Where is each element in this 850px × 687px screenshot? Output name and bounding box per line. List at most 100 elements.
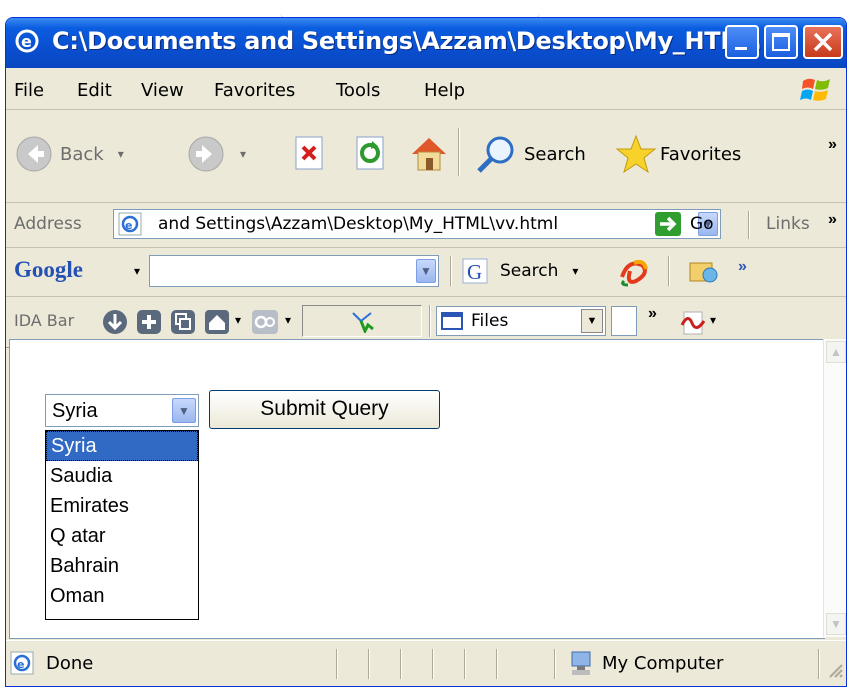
activity-indicator (302, 305, 422, 337)
submit-query-button[interactable]: Submit Query (209, 390, 440, 429)
back-label: Back (60, 143, 104, 165)
scroll-up-icon[interactable]: ▲ (826, 341, 846, 363)
stop-icon[interactable] (292, 135, 328, 173)
menu-file[interactable]: File (14, 80, 44, 101)
back-button[interactable]: Back ▾ (14, 134, 124, 174)
windows-logo-icon (800, 78, 830, 101)
settings-dropdown-icon[interactable]: ▾ (285, 313, 291, 327)
window-title: C:\Documents and Settings\Azzam\Desktop\… (52, 27, 771, 55)
files-dropdown-icon[interactable]: ▼ (581, 309, 603, 333)
refresh-icon[interactable] (353, 135, 389, 173)
copy-windows-icon[interactable] (170, 309, 196, 335)
menu-help[interactable]: Help (424, 80, 465, 101)
option-saudia[interactable]: Saudia (46, 461, 198, 491)
forward-arrow-icon (188, 136, 224, 172)
add-icon[interactable] (136, 309, 162, 335)
popup-blocker-icon[interactable] (686, 257, 722, 287)
acrobat-dropdown-icon[interactable]: ▾ (710, 313, 716, 327)
country-select-value: Syria (52, 400, 98, 422)
status-ie-icon: e (10, 651, 34, 675)
country-select[interactable]: Syria ▼ (45, 394, 199, 427)
address-label: Address (14, 214, 82, 234)
option-oman[interactable]: Oman (46, 581, 198, 611)
maximize-icon (772, 33, 790, 51)
page-content: Syria ▼ Submit Query Syria Saudia Emirat… (9, 339, 825, 639)
minimize-icon (735, 47, 747, 50)
cursor-star-icon (352, 312, 374, 333)
files-label: Files (471, 311, 509, 331)
search-label: Search (524, 143, 586, 165)
menu-favorites[interactable]: Favorites (214, 80, 295, 101)
forward-dropdown-icon[interactable]: ▾ (240, 147, 246, 161)
close-icon (813, 32, 833, 52)
back-arrow-icon (16, 136, 52, 172)
status-text: Done (46, 653, 94, 674)
title-bar[interactable]: e C:\Documents and Settings\Azzam\Deskto… (6, 18, 846, 68)
google-logo[interactable]: Google (14, 257, 83, 283)
pagerank-swirl-icon[interactable] (616, 257, 652, 287)
google-search-label: Search (500, 261, 559, 281)
google-toolbar: Google ▾ ▼ G Search ▾ » (6, 248, 846, 297)
google-g-icon: G (462, 258, 488, 284)
country-select-dropdown-icon[interactable]: ▼ (172, 398, 196, 423)
standard-toolbar: Back ▾ ▾ Search Favorites » (6, 110, 846, 203)
browser-window: e C:\Documents and Settings\Azzam\Deskto… (5, 17, 847, 687)
my-computer-icon (571, 651, 591, 675)
ida-home-dropdown-icon[interactable]: ▾ (235, 313, 241, 327)
download-icon[interactable] (102, 309, 128, 335)
menu-bar: File Edit View Favorites Tools Help (6, 71, 846, 110)
menu-tools[interactable]: Tools (336, 80, 380, 101)
google-search-dropdown-arrow-icon[interactable]: ▾ (572, 264, 578, 278)
home-icon[interactable] (408, 132, 450, 174)
favorites-button[interactable]: Favorites (614, 134, 741, 174)
google-search-dropdown-icon[interactable]: ▼ (416, 259, 436, 283)
zone-text: My Computer (602, 653, 724, 674)
option-emirates[interactable]: Emirates (46, 491, 198, 521)
ie-icon: e (15, 29, 39, 53)
ida-extra-input[interactable] (611, 306, 637, 336)
settings-gear-icon[interactable] (251, 309, 279, 335)
menu-view[interactable]: View (141, 80, 184, 101)
go-button[interactable]: Go (654, 211, 714, 237)
resize-grip-icon[interactable] (828, 663, 844, 679)
ida-label: IDA Bar (14, 311, 75, 330)
option-bahrain[interactable]: Bahrain (46, 551, 198, 581)
favorites-star-icon (615, 134, 657, 174)
page-ie-icon: e (118, 212, 142, 236)
google-more-chevron[interactable]: » (738, 258, 747, 276)
option-syria[interactable]: Syria (46, 431, 198, 461)
scroll-down-icon[interactable]: ▼ (826, 613, 846, 635)
svg-text:e: e (17, 658, 24, 671)
vertical-scrollbar[interactable]: ▲ ▼ (823, 339, 846, 637)
address-bar: Address e and Settings\Azzam\Desktop\My_… (6, 203, 846, 248)
minimize-button[interactable] (725, 25, 759, 59)
google-search-input[interactable]: ▼ (149, 255, 439, 287)
svg-text:G: G (467, 260, 482, 284)
go-label: Go (690, 214, 714, 234)
google-menu-dropdown-icon[interactable]: ▾ (134, 264, 140, 278)
menu-edit[interactable]: Edit (77, 80, 112, 101)
ida-more-chevron[interactable]: » (648, 305, 657, 323)
back-dropdown-icon[interactable]: ▾ (118, 147, 124, 161)
country-dropdown-list: Syria Saudia Emirates Q atar Bahrain Oma… (45, 430, 199, 620)
links-more-chevron[interactable]: » (828, 211, 837, 229)
close-button[interactable] (803, 25, 843, 59)
svg-text:e: e (21, 32, 32, 51)
files-select[interactable]: Files ▼ (436, 306, 606, 336)
ida-home-icon[interactable] (204, 309, 230, 335)
address-value: and Settings\Azzam\Desktop\My_HTML\vv.ht… (158, 214, 559, 234)
status-bar: e Done My Computer (6, 640, 846, 686)
go-arrow-icon (655, 212, 681, 236)
search-button[interactable]: Search (474, 134, 586, 174)
option-qatar[interactable]: Q atar (46, 521, 198, 551)
google-search-button[interactable]: G Search ▾ (462, 258, 578, 284)
address-input[interactable]: e and Settings\Azzam\Desktop\My_HTML\vv.… (113, 209, 721, 239)
svg-text:e: e (125, 219, 132, 232)
search-icon (477, 136, 514, 173)
files-window-icon (441, 312, 463, 330)
links-label[interactable]: Links (766, 214, 810, 234)
acrobat-icon[interactable] (678, 309, 708, 337)
forward-button[interactable]: ▾ (186, 134, 246, 174)
maximize-button[interactable] (764, 25, 798, 59)
toolbar-more-chevron[interactable]: » (828, 136, 837, 154)
